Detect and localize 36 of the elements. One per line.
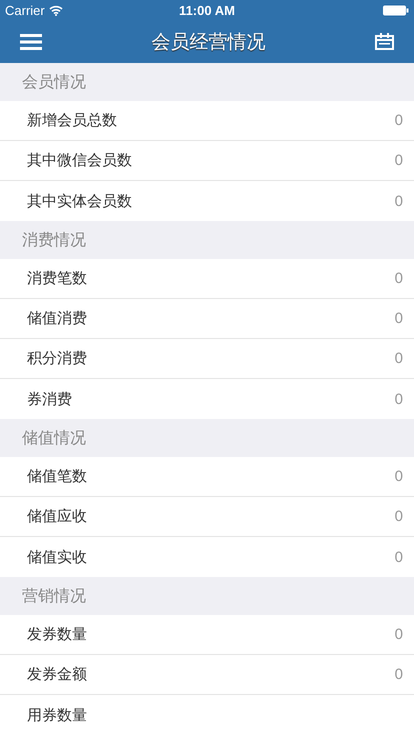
row-value: 0 bbox=[394, 350, 403, 367]
section-header: 消费情况 bbox=[22, 230, 86, 250]
wifi-icon bbox=[48, 4, 63, 16]
row-label: 储值实收 bbox=[27, 548, 87, 566]
row-value: 0 bbox=[394, 626, 403, 643]
row-value: 0 bbox=[394, 666, 403, 683]
row-label: 发券数量 bbox=[27, 625, 87, 644]
row-value: 0 bbox=[394, 270, 403, 287]
row-value: 0 bbox=[394, 192, 403, 210]
section-header: 会员情况 bbox=[22, 72, 86, 92]
row-label: 新增会员总数 bbox=[27, 111, 117, 130]
row-label: 用券数量 bbox=[27, 706, 87, 724]
row-label: 储值消费 bbox=[27, 309, 87, 328]
row-value: 0 bbox=[394, 468, 403, 485]
row-label: 券消费 bbox=[27, 390, 72, 408]
page-title: 会员经营情况 bbox=[152, 30, 266, 54]
row-value: 0 bbox=[394, 548, 403, 566]
section-header: 储值情况 bbox=[22, 428, 86, 448]
row-value: 0 bbox=[394, 310, 403, 327]
row-label: 积分消费 bbox=[27, 349, 87, 368]
row-label: 消费笔数 bbox=[27, 269, 87, 288]
row-label: 其中实体会员数 bbox=[27, 192, 132, 210]
row-value: 0 bbox=[394, 112, 403, 129]
battery-icon bbox=[383, 4, 409, 16]
status-time: 11:00 AM bbox=[179, 2, 235, 18]
row-label: 发券金额 bbox=[27, 665, 87, 684]
calendar-icon[interactable] bbox=[375, 33, 394, 50]
section-header: 营销情况 bbox=[22, 586, 86, 606]
row-value: 0 bbox=[394, 152, 403, 169]
row-label: 储值笔数 bbox=[27, 467, 87, 486]
menu-icon[interactable] bbox=[20, 34, 42, 50]
row-value: 0 bbox=[394, 390, 403, 408]
row-value: 0 bbox=[394, 508, 403, 525]
row-label: 其中微信会员数 bbox=[27, 151, 132, 170]
carrier-label: Carrier bbox=[5, 2, 45, 18]
row-label: 储值应收 bbox=[27, 507, 87, 526]
